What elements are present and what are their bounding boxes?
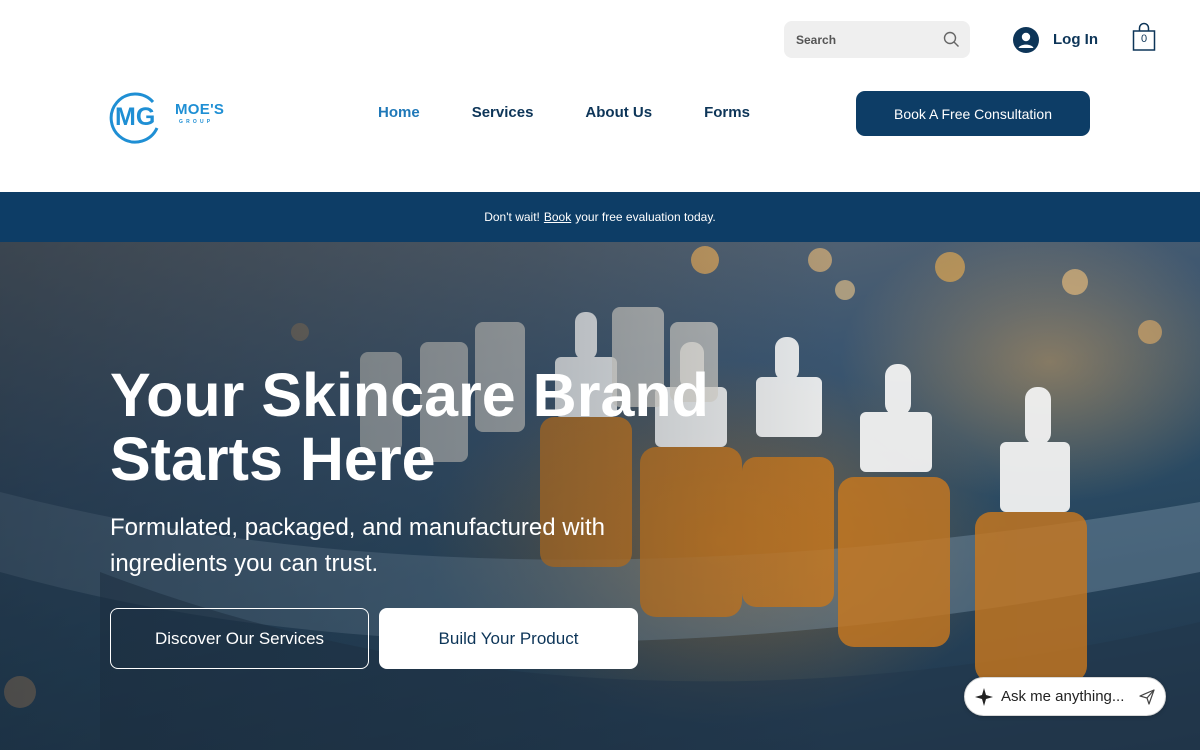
hero-overlay — [0, 242, 1200, 750]
send-icon[interactable] — [1139, 689, 1155, 705]
cart-count: 0 — [1140, 33, 1148, 45]
site-header: Log In 0 MG MOE'S GROUP Home Services Ab… — [0, 0, 1200, 192]
cart-button[interactable]: 0 — [1131, 22, 1157, 52]
hero-section: Your Skincare Brand Starts Here Formulat… — [0, 242, 1200, 750]
login-label: Log In — [1053, 31, 1098, 48]
brand-logo[interactable]: MG MOE'S GROUP — [109, 88, 239, 145]
sparkle-icon — [975, 687, 993, 706]
chat-placeholder: Ask me anything... — [1001, 688, 1125, 705]
build-product-button[interactable]: Build Your Product — [379, 608, 638, 669]
search-icon[interactable] — [943, 31, 960, 48]
nav-services[interactable]: Services — [472, 104, 534, 121]
search-input[interactable] — [796, 32, 936, 47]
chat-assistant-input[interactable]: Ask me anything... — [964, 677, 1166, 716]
discover-services-button[interactable]: Discover Our Services — [110, 608, 369, 669]
hero-title: Your Skincare Brand Starts Here — [110, 363, 810, 491]
hero-title-line-2: Starts Here — [110, 425, 436, 493]
banner-prefix: Don't wait! — [484, 210, 540, 224]
search-box[interactable] — [784, 21, 970, 58]
logo-subtext: GROUP — [179, 119, 214, 125]
nav-about-us[interactable]: About Us — [585, 104, 652, 121]
main-nav: Home Services About Us Forms — [378, 104, 802, 121]
logo-monogram: MG — [115, 103, 155, 131]
login-button[interactable]: Log In — [1013, 26, 1098, 53]
logo-mark: MG — [109, 92, 159, 144]
logo-wordmark: MOE'S — [175, 101, 225, 118]
hero-subtitle: Formulated, packaged, and manufactured w… — [110, 514, 605, 577]
banner-suffix: your free evaluation today. — [575, 210, 716, 224]
nav-home[interactable]: Home — [378, 104, 420, 121]
announcement-banner: Don't wait! Book your free evaluation to… — [0, 192, 1200, 242]
nav-forms[interactable]: Forms — [704, 104, 750, 121]
hero-title-line-1: Your Skincare Brand — [110, 361, 709, 429]
book-consultation-button[interactable]: Book A Free Consultation — [856, 91, 1090, 136]
banner-book-link[interactable]: Book — [544, 210, 571, 224]
user-avatar-icon — [1013, 26, 1039, 53]
